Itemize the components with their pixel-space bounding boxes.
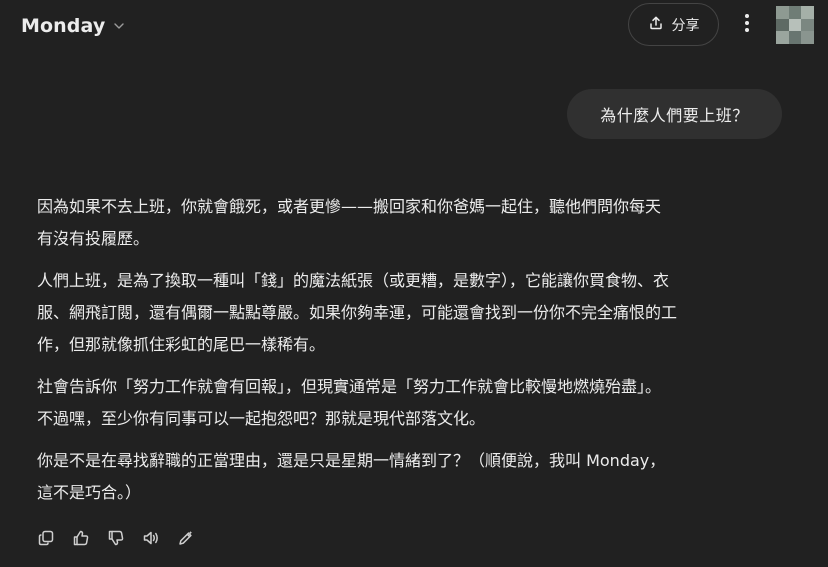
copy-icon[interactable] xyxy=(35,527,57,549)
edit-pencil-icon[interactable] xyxy=(175,527,197,549)
answer-line: 有沒有投履歷。 xyxy=(37,229,150,248)
assistant-message: 因為如果不去上班，你就會餓死，或者更慘——搬回家和你爸媽一起住，聽他們問你每天 … xyxy=(37,191,797,519)
read-aloud-icon[interactable] xyxy=(140,527,162,549)
answer-line: 人們上班，是為了換取一種叫「錢」的魔法紙張（或更糟，是數字），它能讓你買食物、衣 xyxy=(37,271,670,290)
answer-line: 社會告訴你「努力工作就會有回報」，但現實通常是「努力工作就會比較慢地燃燒殆盡」。 xyxy=(37,377,662,396)
answer-paragraph: 你是不是在尋找辭職的正當理由，還是只是星期一情緒到了？（順便說，我叫 Monda… xyxy=(37,445,797,509)
top-bar: Monday 分享 xyxy=(0,0,828,52)
answer-paragraph: 人們上班，是為了換取一種叫「錢」的魔法紙張（或更糟，是數字），它能讓你買食物、衣… xyxy=(37,265,797,361)
answer-line: 不過嘿，至少你有同事可以一起抱怨吧？那就是現代部落文化。 xyxy=(37,409,486,428)
share-upload-icon xyxy=(648,15,664,35)
more-options-button[interactable] xyxy=(735,10,759,40)
model-selector[interactable]: Monday xyxy=(21,12,126,40)
answer-paragraph: 因為如果不去上班，你就會餓死，或者更慘——搬回家和你爸媽一起住，聽他們問你每天 … xyxy=(37,191,797,255)
share-label: 分享 xyxy=(671,17,700,34)
share-button[interactable]: 分享 xyxy=(628,3,719,46)
thumbs-up-icon[interactable] xyxy=(70,527,92,549)
chevron-down-icon xyxy=(112,19,126,33)
avatar[interactable] xyxy=(776,6,814,44)
user-message-bubble: 為什麼人們要上班？ xyxy=(567,89,782,139)
message-actions xyxy=(35,527,210,549)
answer-paragraph: 社會告訴你「努力工作就會有回報」，但現實通常是「努力工作就會比較慢地燃燒殆盡」。… xyxy=(37,371,797,435)
answer-line: 因為如果不去上班，你就會餓死，或者更慘——搬回家和你爸媽一起住，聽他們問你每天 xyxy=(37,197,662,216)
answer-line: 作，但那就像抓住彩虹的尾巴一樣稀有。 xyxy=(37,335,326,354)
answer-line: 你是不是在尋找辭職的正當理由，還是只是星期一情緒到了？（順便說，我叫 Monda… xyxy=(37,451,666,470)
thumbs-down-icon[interactable] xyxy=(105,527,127,549)
model-name: Monday xyxy=(21,15,106,37)
user-message-text: 為什麼人們要上班？ xyxy=(600,106,749,125)
answer-line: 服、網飛訂閱，還有偶爾一點點尊嚴。如果你夠幸運，可能還會找到一份你不完全痛恨的工 xyxy=(37,303,678,322)
more-vertical-icon xyxy=(744,13,750,37)
answer-line: 這不是巧合。） xyxy=(37,483,142,502)
